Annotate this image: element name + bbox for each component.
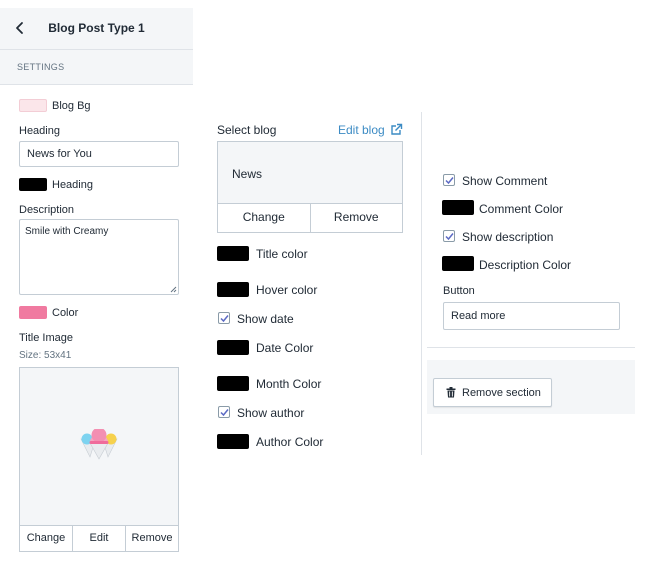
show-date-checkbox[interactable] (218, 312, 230, 324)
image-actions: Change Edit Remove (20, 525, 178, 551)
editor-header: Blog Post Type 1 (0, 8, 193, 50)
checkmark-icon (220, 315, 229, 323)
title-image-label: Title Image (19, 332, 74, 344)
heading-input[interactable]: News for You (19, 141, 179, 167)
show-author-checkbox[interactable] (218, 406, 230, 418)
heading-color-swatch[interactable] (19, 178, 47, 191)
edit-blog-link[interactable]: Edit blog (338, 123, 385, 137)
show-description-label: Show description (462, 230, 554, 244)
blog-change-button[interactable]: Change (218, 204, 311, 232)
blog-remove-button[interactable]: Remove (311, 204, 403, 232)
date-color-swatch[interactable] (217, 340, 249, 355)
checkmark-icon (445, 177, 454, 185)
color-swatch[interactable] (19, 306, 47, 319)
blog-bg-swatch[interactable] (19, 99, 47, 112)
image-size-label: Size: 53x41 (19, 350, 72, 361)
description-text: Smile with Creamy (25, 226, 109, 237)
settings-section-header: SETTINGS (0, 50, 193, 85)
image-remove-button[interactable]: Remove (126, 526, 178, 551)
blog-name: News (232, 167, 263, 181)
color-label: Color (52, 307, 79, 319)
image-edit-button[interactable]: Edit (73, 526, 126, 551)
remove-section-label: Remove section (462, 387, 541, 399)
selected-blog-card: News Change Remove (217, 141, 403, 233)
title-image-picker: Change Edit Remove (19, 367, 179, 552)
show-author-label: Show author (237, 406, 305, 420)
title-color-swatch[interactable] (217, 246, 249, 261)
external-link-icon[interactable] (390, 123, 403, 136)
image-change-button[interactable]: Change (20, 526, 73, 551)
month-color-label: Month Color (256, 377, 322, 391)
show-comment-label: Show Comment (462, 174, 548, 188)
resize-grip-icon[interactable] (170, 286, 177, 293)
show-description-checkbox[interactable] (443, 230, 455, 242)
show-comment-checkbox[interactable] (443, 174, 455, 186)
show-date-label: Show date (237, 312, 294, 326)
blog-bg-label: Blog Bg (52, 100, 91, 112)
trash-icon (446, 387, 456, 398)
comment-color-swatch[interactable] (442, 200, 474, 215)
button-label: Button (443, 285, 475, 297)
description-label: Description (19, 204, 75, 216)
hover-color-swatch[interactable] (217, 282, 249, 297)
description-color-swatch[interactable] (442, 256, 474, 271)
comment-color-label: Comment Color (479, 202, 564, 216)
remove-section-button[interactable]: Remove section (433, 378, 552, 407)
ice-cream-logo (80, 429, 118, 460)
settings-label: SETTINGS (17, 62, 65, 72)
description-textarea[interactable]: Smile with Creamy (19, 219, 179, 295)
description-color-label: Description Color (479, 258, 572, 272)
section-divider (427, 347, 635, 348)
heading-label: Heading (19, 125, 60, 137)
column-divider (421, 112, 422, 455)
hover-color-label: Hover color (256, 283, 318, 297)
month-color-swatch[interactable] (217, 376, 249, 391)
checkmark-icon (445, 233, 454, 241)
button-text-input[interactable]: Read more (443, 302, 620, 330)
date-color-label: Date Color (256, 341, 314, 355)
page-title: Blog Post Type 1 (48, 21, 145, 35)
select-blog-label: Select blog (217, 123, 277, 137)
blog-actions: Change Remove (218, 203, 402, 232)
checkmark-icon (220, 409, 229, 417)
author-color-swatch[interactable] (217, 434, 249, 449)
title-color-label: Title color (256, 247, 308, 261)
heading-color-label: Heading (52, 179, 93, 191)
author-color-label: Author Color (256, 435, 324, 449)
